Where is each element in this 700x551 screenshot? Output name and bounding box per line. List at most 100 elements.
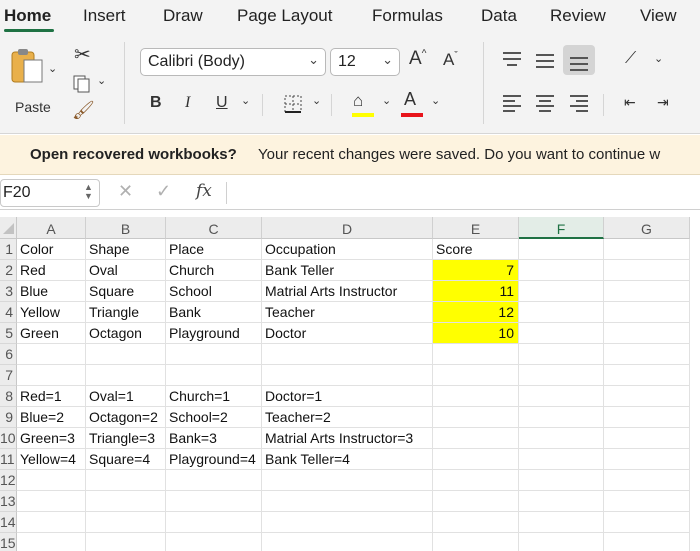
cell-e12[interactable]	[433, 470, 519, 491]
cell-b11[interactable]: Square=4	[86, 449, 166, 470]
cell-d9[interactable]: Teacher=2	[262, 407, 433, 428]
fill-color-icon[interactable]: ⌂	[353, 91, 363, 111]
column-header-b[interactable]: B	[86, 217, 166, 239]
chevron-down-icon[interactable]: ⌄	[241, 94, 250, 107]
shrink-font-button[interactable]: Aˇ	[443, 50, 458, 70]
row-header-3[interactable]: 3	[0, 281, 17, 302]
font-size-select[interactable]: 12 ⌄	[330, 48, 400, 76]
cell-g7[interactable]	[604, 365, 690, 386]
cell-b13[interactable]	[86, 491, 166, 512]
cell-d12[interactable]	[262, 470, 433, 491]
chevron-down-icon[interactable]: ⌄	[431, 94, 440, 107]
cell-c13[interactable]	[166, 491, 262, 512]
cell-c2[interactable]: Church	[166, 260, 262, 281]
format-painter-icon[interactable]: 🖌	[72, 100, 95, 121]
cell-d6[interactable]	[262, 344, 433, 365]
cell-c9[interactable]: School=2	[166, 407, 262, 428]
name-box-stepper[interactable]: ▲ ▼	[84, 183, 93, 201]
cell-f15[interactable]	[519, 533, 604, 551]
tab-formulas[interactable]: Formulas	[372, 6, 443, 26]
cell-b10[interactable]: Triangle=3	[86, 428, 166, 449]
cell-d15[interactable]	[262, 533, 433, 551]
row-header-4[interactable]: 4	[0, 302, 17, 323]
cell-f7[interactable]	[519, 365, 604, 386]
cell-a10[interactable]: Green=3	[17, 428, 86, 449]
confirm-icon[interactable]: ✓	[156, 181, 171, 202]
cell-c1[interactable]: Place	[166, 239, 262, 260]
cell-d2[interactable]: Bank Teller	[262, 260, 433, 281]
cell-g1[interactable]	[604, 239, 690, 260]
cell-f11[interactable]	[519, 449, 604, 470]
cell-b6[interactable]	[86, 344, 166, 365]
row-header-11[interactable]: 11	[0, 449, 17, 470]
cell-f10[interactable]	[519, 428, 604, 449]
cell-f14[interactable]	[519, 512, 604, 533]
cancel-icon[interactable]: ✕	[118, 181, 133, 202]
column-header-d[interactable]: D	[262, 217, 433, 239]
cell-f4[interactable]	[519, 302, 604, 323]
cell-g4[interactable]	[604, 302, 690, 323]
cell-e1[interactable]: Score	[433, 239, 519, 260]
align-right-button[interactable]	[570, 95, 588, 112]
row-header-6[interactable]: 6	[0, 344, 17, 365]
cell-e14[interactable]	[433, 512, 519, 533]
align-bottom-button[interactable]	[563, 45, 595, 75]
select-all-button[interactable]	[0, 217, 17, 239]
cell-g14[interactable]	[604, 512, 690, 533]
align-center-button[interactable]	[536, 95, 554, 112]
cell-c7[interactable]	[166, 365, 262, 386]
cell-g2[interactable]	[604, 260, 690, 281]
tab-view[interactable]: View	[640, 6, 677, 26]
cell-d4[interactable]: Teacher	[262, 302, 433, 323]
underline-button[interactable]: U	[216, 94, 228, 112]
align-top-button[interactable]	[503, 52, 521, 68]
cell-f1[interactable]	[519, 239, 604, 260]
cell-f13[interactable]	[519, 491, 604, 512]
column-header-a[interactable]: A	[17, 217, 86, 239]
borders-icon[interactable]	[283, 94, 303, 114]
column-header-f[interactable]: F	[519, 217, 604, 239]
cell-a2[interactable]: Red	[17, 260, 86, 281]
cell-a7[interactable]	[17, 365, 86, 386]
cell-e3[interactable]: 11	[433, 281, 519, 302]
cell-e13[interactable]	[433, 491, 519, 512]
cell-a9[interactable]: Blue=2	[17, 407, 86, 428]
cell-b2[interactable]: Oval	[86, 260, 166, 281]
cell-a15[interactable]	[17, 533, 86, 551]
decrease-indent-icon[interactable]: ⇤	[624, 94, 636, 111]
cell-d1[interactable]: Occupation	[262, 239, 433, 260]
cell-c10[interactable]: Bank=3	[166, 428, 262, 449]
cell-e7[interactable]	[433, 365, 519, 386]
cell-g15[interactable]	[604, 533, 690, 551]
cell-g10[interactable]	[604, 428, 690, 449]
cell-e15[interactable]	[433, 533, 519, 551]
cell-f12[interactable]	[519, 470, 604, 491]
cell-g11[interactable]	[604, 449, 690, 470]
cell-d5[interactable]: Doctor	[262, 323, 433, 344]
copy-icon[interactable]	[72, 74, 92, 94]
row-header-12[interactable]: 12	[0, 470, 17, 491]
cell-a1[interactable]: Color	[17, 239, 86, 260]
tab-insert[interactable]: Insert	[83, 6, 126, 26]
cell-c15[interactable]	[166, 533, 262, 551]
cell-b8[interactable]: Oval=1	[86, 386, 166, 407]
row-header-5[interactable]: 5	[0, 323, 17, 344]
row-header-14[interactable]: 14	[0, 512, 17, 533]
cell-f6[interactable]	[519, 344, 604, 365]
increase-indent-icon[interactable]: ⇥	[657, 94, 669, 111]
cell-a6[interactable]	[17, 344, 86, 365]
function-icon[interactable]: fx	[196, 181, 212, 201]
cell-g8[interactable]	[604, 386, 690, 407]
cell-d8[interactable]: Doctor=1	[262, 386, 433, 407]
row-header-8[interactable]: 8	[0, 386, 17, 407]
column-header-e[interactable]: E	[433, 217, 519, 239]
row-header-7[interactable]: 7	[0, 365, 17, 386]
cell-a13[interactable]	[17, 491, 86, 512]
cell-e10[interactable]	[433, 428, 519, 449]
cell-g3[interactable]	[604, 281, 690, 302]
paste-button[interactable]: ⌄ Paste	[8, 42, 57, 122]
cell-b14[interactable]	[86, 512, 166, 533]
cell-e11[interactable]	[433, 449, 519, 470]
cell-f5[interactable]	[519, 323, 604, 344]
cell-g13[interactable]	[604, 491, 690, 512]
